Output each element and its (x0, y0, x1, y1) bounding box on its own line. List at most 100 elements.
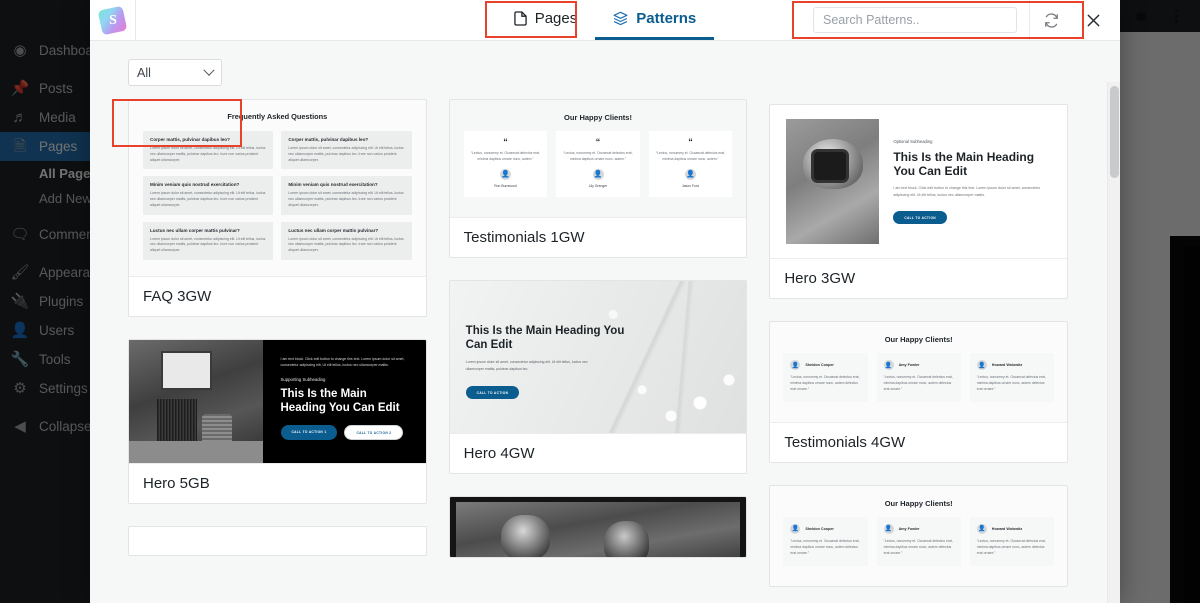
cta-primary-button[interactable]: CALL TO ACTION (893, 211, 947, 225)
faq-question: Luctus nec ullam corper mattis pulvinar? (288, 227, 379, 233)
pattern-preview: Our Happy Clients! 👤 Sheldon Cooper “Lec… (770, 322, 1068, 422)
tab-pages[interactable]: Pages (496, 0, 596, 40)
faq-question: Minim veniam quis nostrud exercitation? (150, 182, 240, 188)
avatar: 👤 (499, 168, 511, 180)
pattern-caption: Testimonials 4GW (770, 421, 1068, 462)
faq-question: Minim veniam quis nostrud exercitation? (288, 182, 378, 188)
faq-answer: Lorem ipsum dolor sit amet, consectetur … (288, 236, 404, 253)
testimonial-name: Amy Fowler (898, 526, 920, 531)
pattern-preview: Our Happy Clients! “ “Lectus, nonummy et… (449, 100, 747, 217)
avatar: 👤 (976, 360, 987, 370)
avatar: 👤 (883, 360, 894, 370)
page-icon (513, 11, 527, 26)
faq-answer: Lorem ipsum dolor sit amet, consectetur … (288, 191, 404, 207)
pattern-caption: Hero 5GB (129, 462, 426, 503)
cta-secondary-button[interactable]: CALL TO ACTION 2 (344, 425, 404, 441)
faq-question: Luctus nec ullam corper mattis pulvinar? (150, 227, 240, 233)
testimonial-name: Howard Wolowitz (991, 363, 1023, 367)
hero-photo (455, 501, 741, 557)
testimonial-item: “ “Lectus, nonummy et. Occaecat delectus… (648, 131, 733, 197)
testimonial-item: “ “Lectus, nonummy et. Occaecat delectus… (463, 131, 548, 197)
modal-scrollbar[interactable] (1107, 82, 1120, 603)
hero-photo (786, 119, 880, 244)
hero-heading: This Is the Main Heading You Can Edit (465, 324, 625, 351)
testimonials-heading: Our Happy Clients! (884, 498, 953, 508)
category-select[interactable]: All (128, 59, 222, 86)
pattern-card-hero-4gw[interactable]: This Is the Main Heading You Can Edit Lo… (448, 279, 748, 474)
testimonials-heading: Our Happy Clients! (884, 335, 953, 344)
pattern-caption: FAQ 3GW (129, 275, 426, 316)
modal-scrollbar-thumb[interactable] (1110, 86, 1119, 178)
faq-question: Corper mattis, pulvinar dapibus leo? (150, 137, 230, 142)
filter-row: All (90, 41, 1120, 96)
hero-photo (129, 339, 263, 463)
hero-heading: This Is the Main Heading You Can Edit (893, 150, 1035, 179)
faq-item: Corper mattis, pulvinar dapibus leo? Lor… (281, 131, 412, 170)
pattern-card-testimonials-1gw[interactable]: Our Happy Clients! “ “Lectus, nonummy et… (448, 99, 748, 258)
pattern-card-partial[interactable] (448, 495, 748, 558)
pattern-card-testimonials-4gw[interactable]: Our Happy Clients! 👤 Sheldon Cooper “Lec… (769, 321, 1069, 463)
pattern-card-faq-3gw[interactable]: Frequently Asked Questions Corper mattis… (128, 99, 427, 317)
avatar: 👤 (790, 523, 801, 534)
hero-body: Lorem ipsum dolor sit amet, consectetur … (465, 360, 588, 371)
pattern-grid: Frequently Asked Questions Corper mattis… (90, 99, 1106, 603)
testimonial-text: “Lectus, nonummy et. Occaecat delectus e… (655, 151, 726, 161)
refresh-icon[interactable] (1030, 0, 1072, 40)
testimonial-text: “Lectus, nonummy et. Occaecat delectus e… (976, 538, 1046, 555)
testimonial-name: Lily Granger (588, 183, 608, 188)
hero-heading: This Is the Main Heading You Can Edit (280, 388, 400, 415)
faq-item: Corper mattis, pulvinar dapibus leo? Lor… (143, 131, 274, 170)
search-field-wrapper (801, 7, 1029, 33)
hero-subheading: Supporting Subheading (280, 377, 326, 383)
testimonial-text: “Lectus, nonummy et. Occaecat delectus e… (883, 375, 953, 391)
faq-grid: Corper mattis, pulvinar dapibus leo? Lor… (143, 131, 412, 260)
tab-patterns-label: Patterns (636, 10, 697, 27)
hero-content: This Is the Main Heading You Can Edit Lo… (465, 324, 638, 400)
testimonial-name: Jason Foxx (681, 183, 700, 188)
cta-primary-button[interactable]: CALL TO ACTION 1 (280, 425, 338, 441)
testimonial-item: 👤 Amy Fowler “Lectus, nonummy et. Occaec… (876, 353, 961, 402)
testimonial-item: 👤 Howard Wolowitz “Lectus, nonummy et. O… (969, 516, 1055, 566)
testimonial-name: Amy Fowler (898, 363, 920, 367)
hero-content: Optional Subheading This Is the Main Hea… (893, 119, 1051, 225)
modal-header: S Pages Patterns Search Patterns.. (90, 0, 1120, 41)
testimonial-text: “Lectus, nonummy et. Occaecat delectus e… (976, 375, 1046, 391)
tab-patterns[interactable]: Patterns (595, 0, 715, 40)
pattern-card-hero-5gb[interactable]: I am text block. Click edit button to ch… (128, 338, 427, 504)
testimonials-heading: Our Happy Clients! (564, 113, 632, 122)
faq-item: Minim veniam quis nostrud exercitation? … (143, 176, 274, 215)
avatar: 👤 (685, 168, 697, 180)
search-input[interactable] (813, 7, 1017, 33)
avatar: 👤 (883, 523, 894, 534)
quote-icon: “ (595, 137, 601, 147)
testimonial-text: “Lectus, nonummy et. Occaecat delectus e… (883, 538, 953, 555)
faq-item: Luctus nec ullam corper mattis pulvinar?… (281, 221, 412, 260)
pattern-caption: Testimonials 1GW (449, 216, 747, 257)
pattern-card-hero-3gw[interactable]: Optional Subheading This Is the Main Hea… (769, 104, 1069, 299)
testimonial-name: Sheldon Cooper (805, 526, 834, 531)
testimonial-text: “Lectus, nonummy et. Occaecat delectus e… (470, 151, 541, 161)
pattern-column-1: Frequently Asked Questions Corper mattis… (128, 99, 427, 603)
avatar: 👤 (592, 168, 604, 180)
quote-icon: “ (688, 137, 693, 147)
faq-answer: Lorem ipsum dolor sit amet, consectetur … (150, 146, 266, 162)
pattern-card-partial[interactable]: Our Happy Clients! 👤 Sheldon Cooper “Lec… (769, 484, 1069, 587)
faq-answer: Lorem ipsum dolor sit amet, consectetur … (150, 236, 266, 253)
cta-primary-button[interactable]: CALL TO ACTION (465, 386, 520, 400)
testimonial-item: 👤 Howard Wolowitz “Lectus, nonummy et. O… (969, 353, 1055, 402)
close-icon[interactable] (1072, 0, 1114, 40)
avatar: 👤 (790, 360, 801, 370)
pattern-preview: Optional Subheading This Is the Main Hea… (770, 105, 1068, 258)
category-select-value: All (137, 65, 151, 80)
testimonial-name: Ron Burnwood (494, 183, 517, 188)
layers-icon (613, 11, 628, 26)
pattern-card-partial[interactable] (128, 525, 427, 556)
pattern-preview: This Is the Main Heading You Can Edit Lo… (449, 280, 747, 433)
pattern-preview: Our Happy Clients! 👤 Sheldon Cooper “Lec… (770, 485, 1068, 586)
pattern-column-3: Optional Subheading This Is the Main Hea… (769, 99, 1069, 603)
hero-body: I am text block. Click edit button to ch… (280, 356, 405, 368)
hero-subheading: Optional Subheading (893, 139, 933, 144)
tab-pages-label: Pages (534, 10, 578, 27)
chevron-down-icon (203, 64, 215, 76)
pattern-column-2: Our Happy Clients! “ “Lectus, nonummy et… (448, 99, 748, 603)
